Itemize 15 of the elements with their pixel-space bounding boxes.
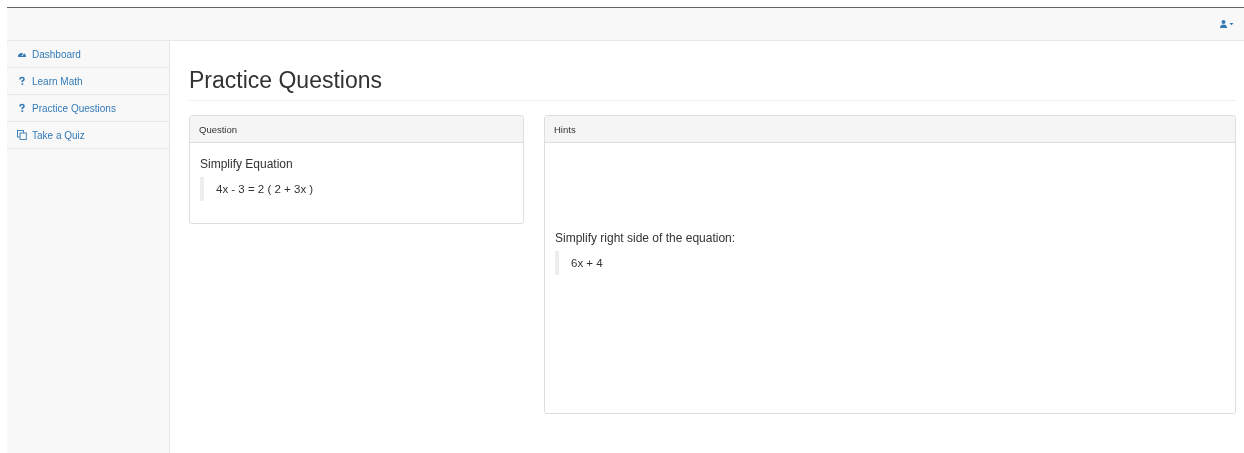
question-icon	[17, 76, 27, 86]
page-title: Practice Questions	[189, 67, 1236, 101]
panel-heading: Question	[190, 116, 523, 143]
sidebar-item[interactable]: Take a Quiz	[7, 122, 169, 149]
copy-icon	[17, 130, 27, 140]
sidebar-item[interactable]: Practice Questions	[7, 95, 169, 122]
user-menu-button[interactable]	[1218, 18, 1236, 30]
sidebar-item[interactable]: Learn Math	[7, 68, 169, 95]
equation-quote: 6x + 4	[555, 251, 1225, 275]
equation-quote: 4x - 3 = 2 ( 2 + 3x )	[200, 177, 513, 201]
panel-text: Simplify Equation	[200, 157, 294, 171]
question-icon	[17, 103, 27, 113]
panel-heading: Hints	[545, 116, 1235, 143]
sidebar-item[interactable]: Dashboard	[7, 41, 169, 68]
panel-text: Simplify right side of the equation:	[555, 231, 737, 245]
